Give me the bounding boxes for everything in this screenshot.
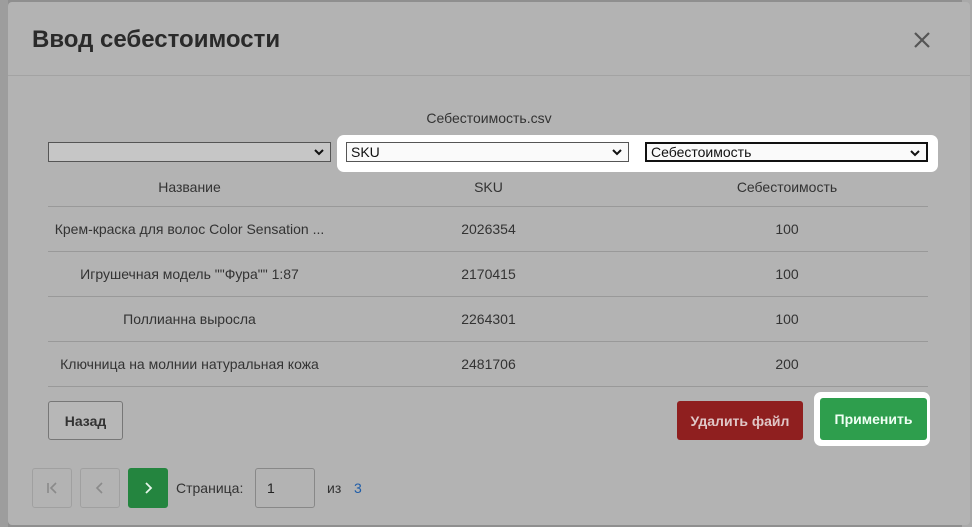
chevron-right-icon — [145, 482, 153, 494]
table-row: Поллианна выросла 2264301 100 — [48, 297, 928, 342]
chevron-down-icon — [612, 149, 622, 156]
first-page-button[interactable] — [32, 468, 72, 508]
table-row: Ключница на молнии натуральная кожа 2481… — [48, 342, 928, 387]
cell-name: Крем-краска для волос Color Sensation ..… — [54, 221, 325, 237]
column-select-cost[interactable]: Себестоимость — [645, 142, 928, 162]
apply-button[interactable]: Применить — [820, 398, 927, 440]
cell-sku: 2170415 — [461, 266, 516, 282]
file-name: Себестоимость.csv — [426, 110, 552, 126]
first-page-icon — [47, 482, 57, 494]
close-icon — [914, 32, 930, 48]
chevron-down-icon — [910, 150, 920, 157]
header-cost: Себестоимость — [736, 179, 838, 195]
table-row: Крем-краска для волос Color Sensation ..… — [48, 207, 928, 252]
page-of-label: из — [327, 480, 342, 496]
table-header-row: Название SKU Себестоимость — [48, 168, 928, 207]
cell-sku: 2264301 — [461, 311, 516, 327]
cost-input-modal: Ввод себестоимости Себестоимость.csv SKU… — [8, 2, 970, 525]
cell-sku: 2481706 — [461, 356, 516, 372]
page-number-input[interactable]: 1 — [255, 468, 315, 508]
cell-cost: 100 — [775, 266, 799, 282]
close-button[interactable] — [910, 28, 934, 52]
cell-cost: 100 — [775, 311, 799, 327]
column-select-name[interactable] — [48, 142, 331, 162]
next-page-button[interactable] — [128, 468, 168, 508]
background-page-left — [0, 0, 8, 527]
chevron-left-icon — [95, 482, 103, 494]
column-select-sku-value: SKU — [351, 144, 380, 160]
page-total: 3 — [354, 480, 362, 496]
cell-cost: 100 — [775, 221, 799, 237]
cell-name: Игрушечная модель ""Фура"" 1:87 — [80, 266, 299, 282]
preview-table: Название SKU Себестоимость Крем-краска д… — [48, 168, 928, 387]
modal-header: Ввод себестоимости — [8, 2, 970, 76]
cell-name: Поллианна выросла — [123, 311, 256, 327]
delete-file-button[interactable]: Удалить файл — [677, 401, 803, 440]
cell-name: Ключница на молнии натуральная кожа — [60, 356, 319, 372]
chevron-down-icon — [314, 149, 324, 156]
column-select-sku[interactable]: SKU — [346, 142, 629, 162]
back-button[interactable]: Назад — [48, 401, 123, 440]
header-sku: SKU — [474, 179, 503, 195]
prev-page-button[interactable] — [80, 468, 120, 508]
cell-sku: 2026354 — [461, 221, 516, 237]
cell-cost: 200 — [775, 356, 799, 372]
table-row: Игрушечная модель ""Фура"" 1:87 2170415 … — [48, 252, 928, 297]
column-select-cost-value: Себестоимость — [651, 144, 752, 160]
header-name: Название — [158, 179, 221, 195]
modal-title: Ввод себестоимости — [32, 26, 281, 53]
page-label: Страница: — [176, 480, 244, 496]
